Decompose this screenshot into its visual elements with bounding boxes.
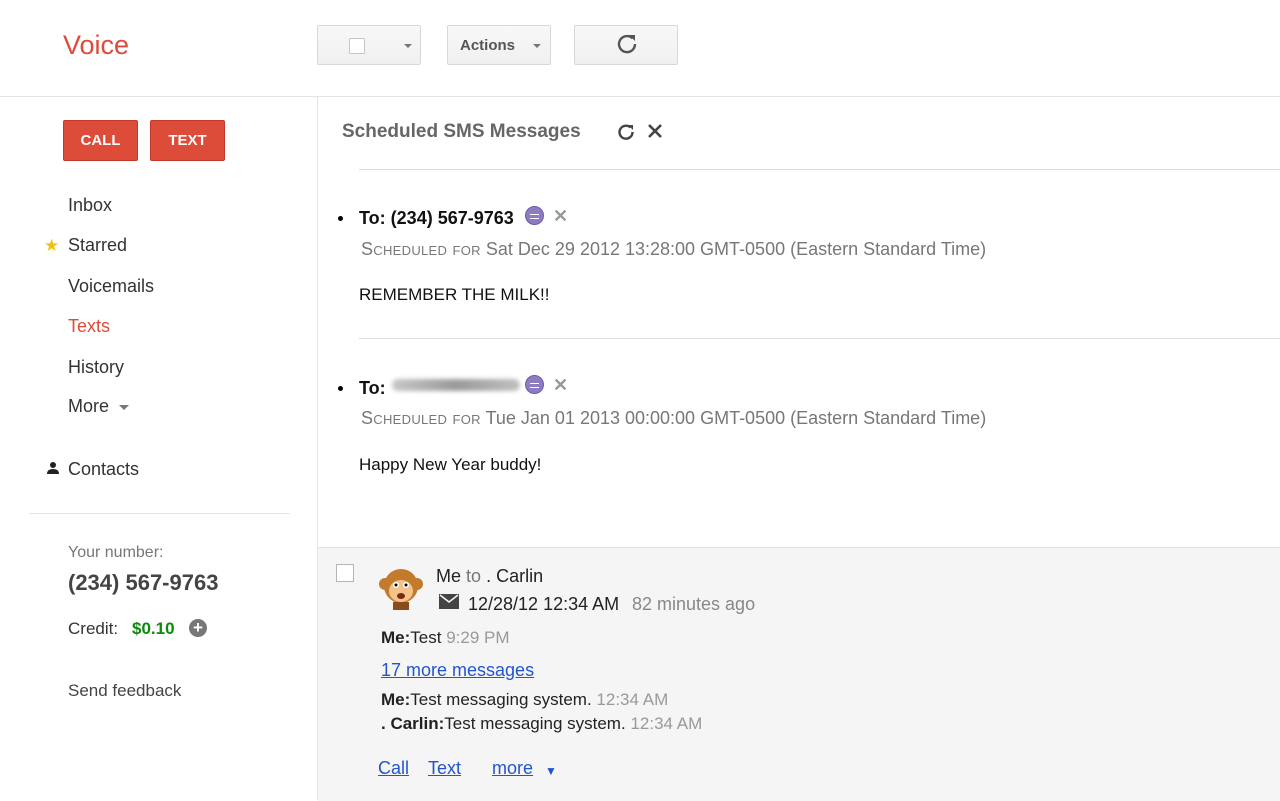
avatar[interactable]	[378, 564, 424, 610]
conversation-relative-time: 82 minutes ago	[632, 594, 756, 614]
sidebar-item-more[interactable]: More	[68, 396, 109, 417]
your-number: (234) 567-9763	[68, 570, 219, 595]
chevron-down-icon	[119, 405, 129, 410]
delete-icon[interactable]: ✕	[553, 206, 568, 227]
message-time: 9:29 PM	[446, 628, 510, 647]
conversation-time: 12/28/12 12:34 AM	[468, 594, 620, 614]
chevron-down-icon[interactable]: ▼	[545, 764, 557, 778]
scheduled-recipient: To: (234) 567-9763	[359, 208, 514, 229]
credit-value: $0.10	[132, 619, 175, 638]
more-messages-link[interactable]: 17 more messages	[381, 660, 534, 681]
scheduled-for-label: Scheduled for	[361, 239, 481, 259]
message-sender: Me:	[381, 628, 411, 647]
your-number-label: Your number:	[68, 544, 164, 561]
select-dropdown-button[interactable]	[317, 25, 421, 65]
to-number: (234) 567-9763	[390, 208, 514, 228]
scheduled-time: Tue Jan 01 2013 00:00:00 GMT-0500 (Easte…	[485, 408, 987, 428]
redacted-number	[392, 379, 520, 391]
app-logo[interactable]: Voice	[63, 30, 129, 61]
to-word: to	[466, 566, 482, 586]
mail-icon	[439, 594, 459, 609]
call-button[interactable]: CALL	[63, 120, 138, 161]
divider	[359, 338, 1280, 339]
message-text: Test messaging system.	[444, 714, 626, 733]
sidebar-item-voicemails[interactable]: Voicemails	[68, 276, 154, 297]
text-button[interactable]: TEXT	[150, 120, 225, 161]
message-icon[interactable]	[525, 206, 544, 225]
message-sender: Me:	[381, 690, 411, 709]
sidebar-item-contacts[interactable]: Contacts	[68, 459, 139, 480]
message-line: Me:Test messaging system. 12:34 AM	[381, 690, 668, 710]
sidebar-item-texts[interactable]: Texts	[68, 316, 110, 337]
sidebar-item-inbox[interactable]: Inbox	[68, 195, 112, 216]
more-link[interactable]: more	[492, 758, 533, 779]
conversation-checkbox[interactable]	[336, 564, 354, 582]
scheduled-for-label: Scheduled for	[361, 408, 481, 428]
sender-label: Me	[436, 566, 462, 586]
refresh-icon[interactable]	[616, 122, 636, 142]
scheduled-message-body: Happy New Year buddy!	[359, 455, 542, 474]
conversation-participants: Me to . Carlin	[436, 566, 543, 587]
to-label: To:	[359, 208, 386, 228]
message-icon[interactable]	[525, 375, 544, 394]
scheduled-panel-title: Scheduled SMS Messages	[342, 121, 581, 142]
message-time: 12:34 AM	[596, 690, 669, 709]
message-text: Test	[410, 628, 442, 647]
close-icon[interactable]	[645, 121, 665, 141]
star-icon: ★	[44, 236, 60, 255]
delete-icon[interactable]: ✕	[553, 375, 568, 396]
refresh-button[interactable]	[574, 25, 678, 65]
message-line: Me:Test 9:29 PM	[381, 628, 510, 648]
message-text: Test messaging system.	[410, 690, 592, 709]
actions-label: Actions	[460, 37, 516, 54]
divider	[359, 169, 1280, 170]
to-label: To:	[359, 378, 386, 398]
add-credit-icon[interactable]: +	[189, 619, 207, 637]
message-sender: . Carlin:	[381, 714, 445, 733]
scheduled-time: Sat Dec 29 2012 13:28:00 GMT-0500 (Easte…	[485, 239, 987, 259]
sidebar-item-starred[interactable]: Starred	[68, 235, 127, 256]
scheduled-time-row: Scheduled for Tue Jan 01 2013 00:00:00 G…	[361, 408, 986, 429]
call-link[interactable]: Call	[378, 758, 409, 779]
credit-label: Credit:	[68, 619, 119, 638]
send-feedback-link[interactable]: Send feedback	[68, 681, 181, 701]
scheduled-time-row: Scheduled for Sat Dec 29 2012 13:28:00 G…	[361, 239, 986, 260]
scheduled-message-body: REMEMBER THE MILK!!	[359, 285, 550, 304]
text-link[interactable]: Text	[428, 758, 461, 779]
scheduled-recipient: To:	[359, 378, 386, 399]
header-divider	[0, 96, 1280, 97]
message-line: . Carlin:Test messaging system. 12:34 AM	[381, 714, 702, 734]
refresh-icon	[617, 34, 637, 54]
contact-name[interactable]: . Carlin	[486, 566, 543, 586]
chevron-down-icon	[533, 44, 541, 48]
message-time: 12:34 AM	[630, 714, 703, 733]
bullet	[338, 216, 343, 221]
sidebar-item-history[interactable]: History	[68, 357, 124, 378]
bullet	[338, 386, 343, 391]
person-icon	[47, 462, 59, 474]
select-all-checkbox[interactable]	[349, 38, 365, 54]
actions-button[interactable]: Actions	[447, 25, 551, 65]
chevron-down-icon	[404, 44, 412, 48]
sidebar-divider	[29, 513, 290, 514]
